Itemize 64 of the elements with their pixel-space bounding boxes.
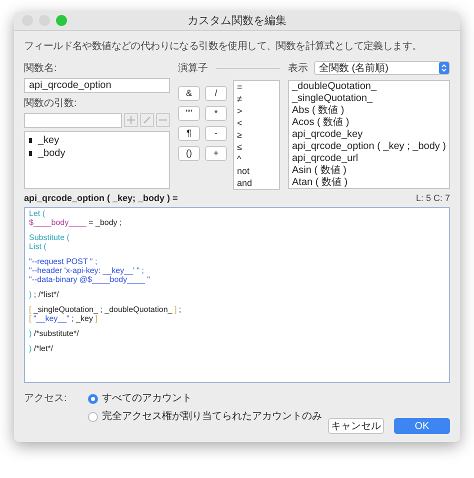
code-line: ) /*let*/ [29,344,54,353]
field-label: 関数の引数: [24,96,78,110]
operators-label: 演算子 [178,62,208,76]
parameter-item[interactable]: _body [29,146,165,160]
function-signature: api_qrcode_option ( _key; _body ) = [24,192,178,205]
operator-item[interactable]: ≠ [237,92,276,104]
window-title: カスタム関数を編集 [188,14,286,28]
description-text: フィールド名や数値などの代わりになる引数を使用して、関数を計算式として定義します。 [24,40,423,52]
view-label: 表示 [288,62,308,76]
function-item[interactable]: _singleQuotation_ [292,92,446,104]
operator-item[interactable]: ≤ [237,140,276,152]
operator-item[interactable]: ^ [237,152,276,164]
cancel-button[interactable]: キャンセル [328,418,384,434]
code-line: Let ( [29,209,46,218]
access-radio[interactable]: すべてのアカウント [88,391,322,406]
operator-item[interactable]: < [237,116,276,128]
operator-item[interactable]: = [237,80,276,92]
access-radio[interactable]: 完全アクセス権が割り当てられたアカウントのみ [88,409,322,424]
dropdown-arrows-icon [439,62,449,74]
parameter-field[interactable] [24,112,122,128]
field-label: 関数名: [24,62,58,76]
operator-item[interactable]: > [237,104,276,116]
operator-item[interactable]: and [237,176,276,188]
code-line: List ( [29,242,48,251]
function-item[interactable]: Asin ( 数値 ) [292,164,446,176]
parameter-item[interactable]: _key [29,134,165,146]
remove-icon[interactable] [156,113,170,127]
operator-button[interactable]: ¶ [178,126,200,140]
cursor-position: L: 5 C: 7 [416,192,450,204]
formula-editor[interactable] [24,207,450,383]
edit-icon[interactable] [140,113,154,127]
code-line: ) ; /*list*/ [29,290,60,299]
code-line: $____body____ = _body ; [29,218,123,227]
code-line: Substitute ( [29,233,70,242]
function-item[interactable]: Atan ( 数値 ) [292,176,446,188]
access-label: アクセス: [24,392,68,406]
function-item[interactable]: Abs ( 数値 ) [292,104,446,116]
operator-button[interactable]: "" [178,106,200,120]
function-item[interactable]: api_qrcode_key [292,128,446,140]
operator-button[interactable]: + [205,146,227,160]
function-item[interactable]: _doubleQuotation_ [292,80,446,92]
code-line: [ _singleQuotation_ ; _doubleQuotation_ ] ; [29,305,182,314]
view-dropdown[interactable]: 全関数 (名前順) [314,61,450,75]
operator-button[interactable]: / [205,86,227,100]
radio-icon[interactable] [88,412,98,422]
operator-item[interactable]: not [237,164,276,176]
operator-button[interactable]: - [205,126,227,140]
code-line: [ "__key__" ; _key ] [29,314,98,323]
operator-button[interactable]: * [205,106,227,120]
function-item[interactable]: Acos ( 数値 ) [292,116,446,128]
code-line: "--header 'x-api-key: __key__' " ; [29,266,146,275]
zoom-button[interactable] [56,15,67,26]
code-line: "--data-binary @$____body____ " [29,275,151,284]
function-name-field[interactable]: api_qrcode_option [24,78,170,92]
add-icon[interactable] [124,113,138,127]
function-item[interactable]: api_qrcode_option ( _key ; _body ) [292,140,446,152]
function-item[interactable]: api_qrcode_url [292,152,446,164]
code-line: ) /*substitute*/ [29,329,80,338]
operator-item[interactable]: ≥ [237,128,276,140]
radio-icon[interactable] [88,394,98,404]
operator-button[interactable]: & [178,86,200,100]
ok-button[interactable]: OK [394,418,450,434]
code-line: "--request POST " ; [29,257,98,266]
operator-button[interactable]: () [178,146,200,160]
